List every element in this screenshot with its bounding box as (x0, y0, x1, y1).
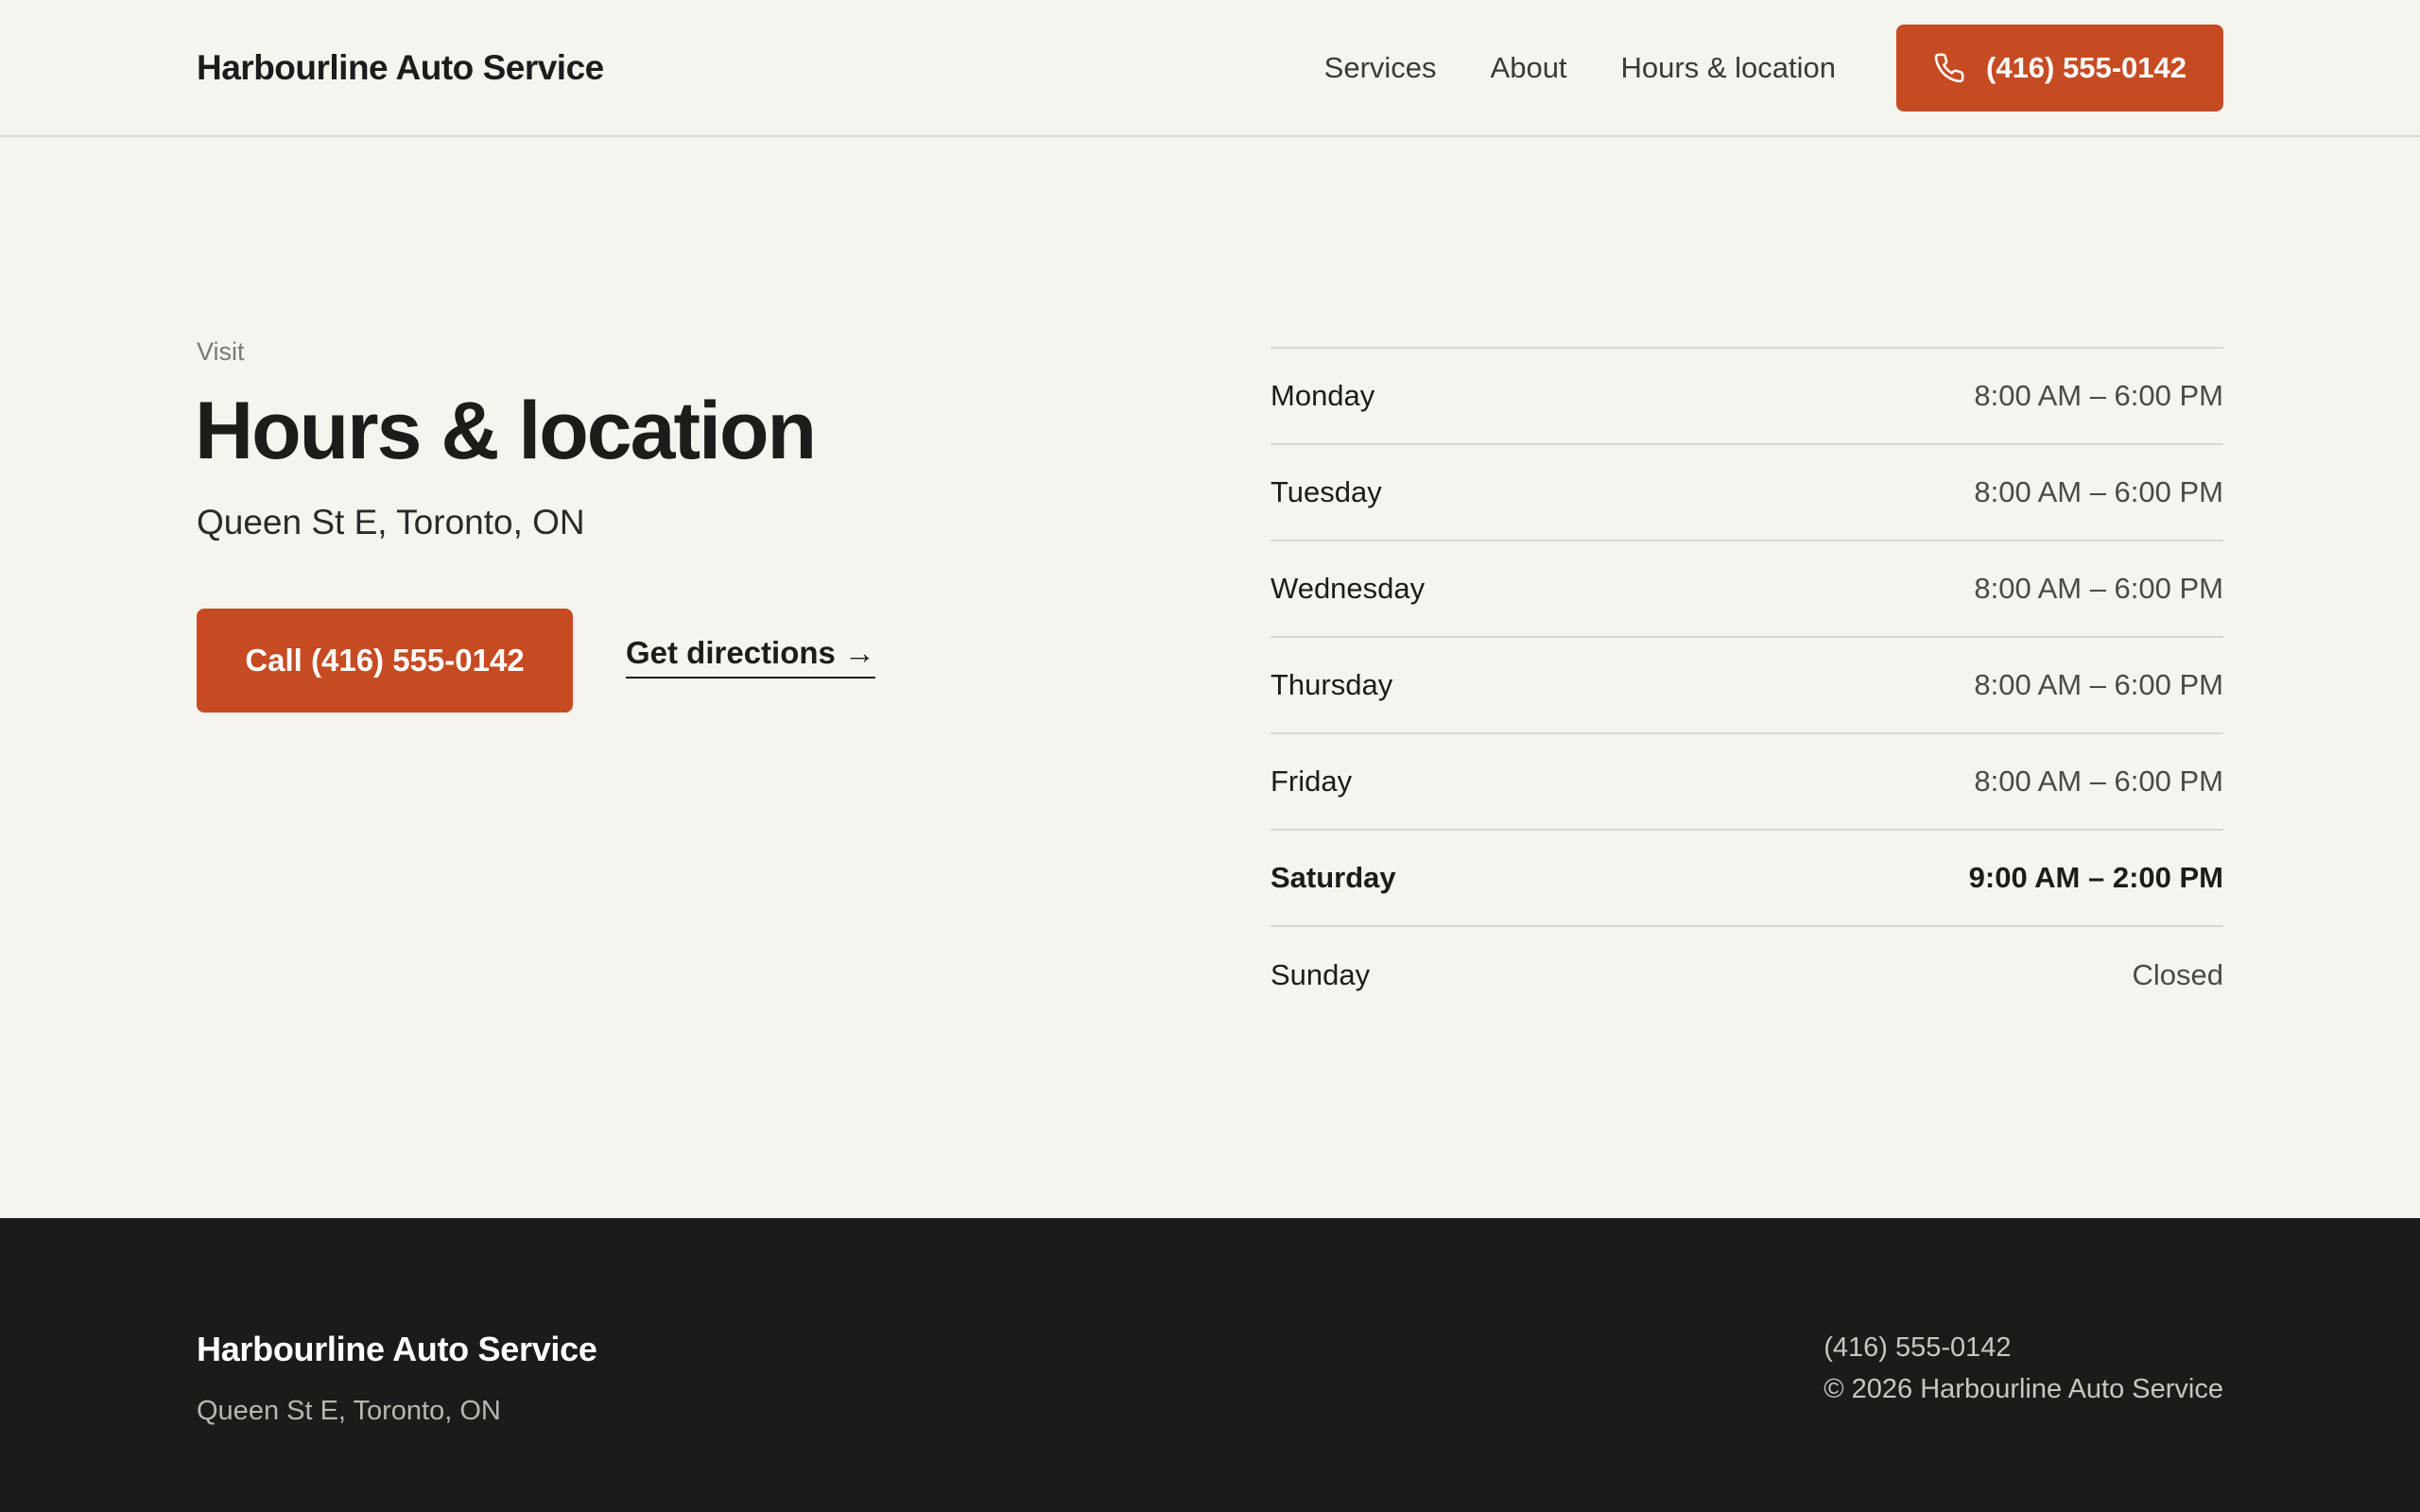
time-value: Closed (2132, 958, 2224, 991)
day-label: Saturday (1270, 861, 1396, 894)
header-call-button[interactable]: (416) 555-0142 (1896, 24, 2223, 112)
site-footer: Harbourline Auto Service Queen St E, Tor… (0, 1218, 2420, 1512)
site-header: Harbourline Auto Service Services About … (0, 0, 2420, 137)
get-directions-link[interactable]: Get directions → (626, 635, 876, 679)
day-label: Friday (1270, 765, 1353, 798)
day-label: Wednesday (1270, 572, 1426, 605)
footer-phone[interactable]: (416) 555-0142 (1824, 1327, 2223, 1368)
nav-link-services[interactable]: Services (1324, 51, 1437, 85)
section-eyebrow: Visit (197, 337, 245, 366)
hours-row-friday: Friday 8:00 AM – 6:00 PM (1270, 734, 2223, 831)
shop-address: Queen St E, Toronto, ON (197, 503, 585, 541)
page: Harbourline Auto Service Services About … (0, 0, 2420, 1512)
time-value: 8:00 AM – 6:00 PM (1974, 668, 2223, 701)
footer-brand: Harbourline Auto Service (197, 1330, 597, 1368)
brand-logo-text[interactable]: Harbourline Auto Service (197, 48, 604, 88)
day-label: Sunday (1270, 958, 1371, 991)
nav-link-hours-location[interactable]: Hours & location (1621, 51, 1836, 85)
hours-row-thursday: Thursday 8:00 AM – 6:00 PM (1270, 638, 2223, 734)
main-nav: Services About Hours & location (416) 55… (1324, 24, 2223, 112)
day-label: Tuesday (1270, 475, 1382, 508)
hours-row-tuesday: Tuesday 8:00 AM – 6:00 PM (1270, 445, 2223, 541)
time-value: 9:00 AM – 2:00 PM (1968, 861, 2223, 894)
hours-location-section: Visit Hours & location Queen St E, Toron… (0, 139, 2420, 1218)
hours-row-sunday: Sunday Closed (1270, 927, 2223, 1023)
header-call-label: (416) 555-0142 (1986, 50, 2187, 84)
time-value: 8:00 AM – 6:00 PM (1974, 572, 2223, 605)
hours-row-wednesday: Wednesday 8:00 AM – 6:00 PM (1270, 541, 2223, 638)
footer-copyright: © 2026 Harbourline Auto Service (1824, 1374, 2223, 1404)
hours-table: Monday 8:00 AM – 6:00 PM Tuesday 8:00 AM… (1270, 347, 2223, 1023)
hours-row-saturday: Saturday 9:00 AM – 2:00 PM (1270, 831, 2223, 927)
footer-contact: (416) 555-0142 © 2026 Harbourline Auto S… (1824, 1327, 2223, 1410)
phone-icon (1933, 52, 1965, 84)
time-value: 8:00 AM – 6:00 PM (1974, 379, 2223, 412)
hours-row-monday: Monday 8:00 AM – 6:00 PM (1270, 349, 2223, 445)
day-label: Monday (1270, 379, 1375, 412)
page-title: Hours & location (195, 386, 817, 476)
call-button[interactable]: Call (416) 555-0142 (197, 609, 573, 713)
time-value: 8:00 AM – 6:00 PM (1974, 475, 2223, 508)
nav-link-about[interactable]: About (1491, 51, 1567, 85)
footer-address: Queen St E, Toronto, ON (197, 1396, 501, 1426)
time-value: 8:00 AM – 6:00 PM (1974, 765, 2223, 798)
day-label: Thursday (1270, 668, 1393, 701)
